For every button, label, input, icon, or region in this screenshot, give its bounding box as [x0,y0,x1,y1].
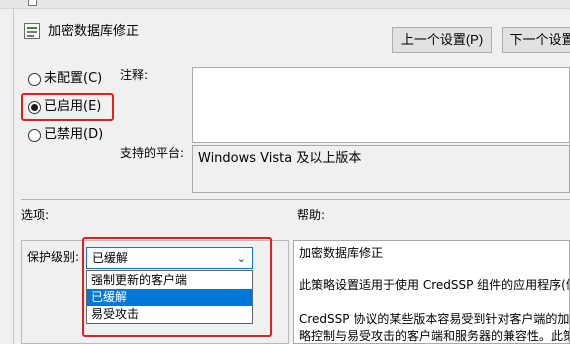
dropdown-highlight-box [82,237,272,337]
help-line: 此策略设置适用于使用 CredSSP 组件的应用程序(例 [299,278,570,292]
help-line: 略控制与易受攻击的客户端和服务器的兼容性。此策 [299,329,570,343]
help-text-panel[interactable]: 加密数据库修正 此策略设置适用于使用 CredSSP 组件的应用程序(例 Cre… [293,240,570,344]
help-line: 加密数据库修正 [299,246,384,260]
radio-indicator[interactable] [28,128,41,142]
comment-label: 注释: [120,68,149,82]
protection-level-label: 保护级别: [27,250,80,264]
radio-not-configured[interactable]: 未配置(C) [28,71,102,87]
title-strip [0,0,570,9]
policy-title: 加密数据库修正 [48,24,140,39]
radio-label: 已启用(E) [44,99,102,114]
supported-platform-field: Windows Vista 及以上版本 [192,145,570,193]
policy-settings-icon [24,23,40,39]
help-line: CredSSP 协议的某些版本容易受到针对客户端的加密 [299,312,570,326]
radio-enabled[interactable]: 已启用(E) [28,99,101,115]
radio-label: 未配置(C) [44,71,103,86]
previous-setting-button[interactable]: 上一个设置(P) [392,27,492,53]
next-setting-button[interactable]: 下一个设置 [502,27,570,53]
left-divider [13,9,14,344]
radio-indicator[interactable] [28,100,41,114]
help-label: 帮助: [297,208,326,222]
radio-disabled[interactable]: 已禁用(D) [28,127,103,143]
comment-textbox[interactable] [192,67,570,143]
window-icon [28,0,37,6]
options-label: 选项: [21,208,50,222]
radio-indicator[interactable] [28,72,41,86]
platform-label: 支持的平台: [120,146,185,160]
section-divider [21,199,570,200]
radio-label: 已禁用(D) [44,127,104,142]
